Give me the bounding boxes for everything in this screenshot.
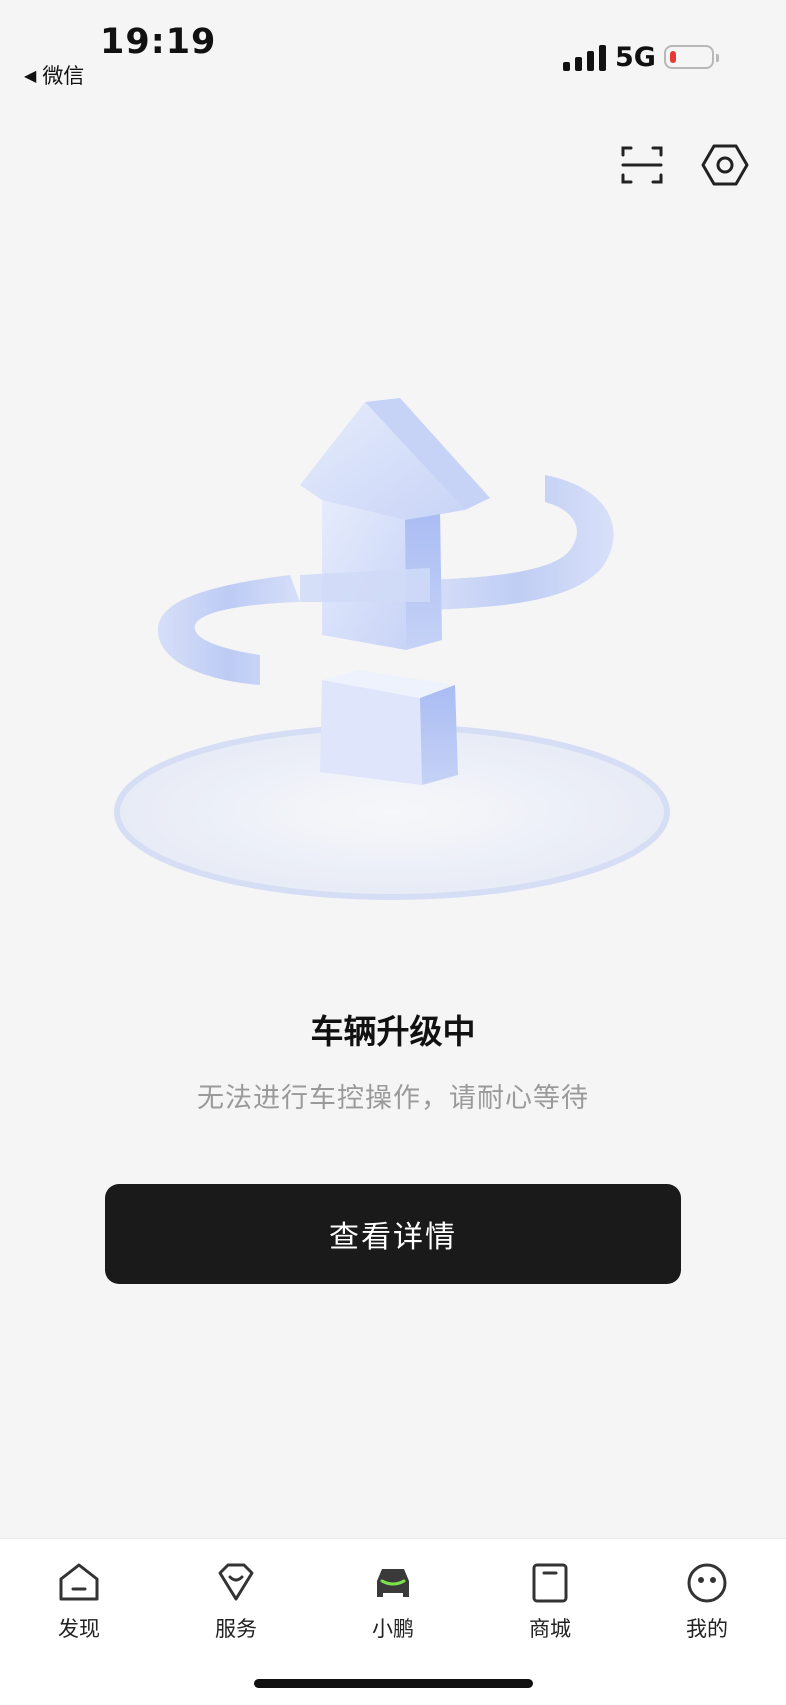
status-bar: 19:19 ◀ 微信 5G <box>0 0 786 96</box>
view-details-button[interactable]: 查看详情 <box>105 1184 681 1284</box>
hexagon-gear-icon <box>701 144 749 186</box>
upgrade-arrow-icon <box>114 398 670 900</box>
service-icon <box>218 1563 254 1601</box>
tab-service[interactable]: 服务 <box>181 1559 291 1643</box>
profile-face-icon <box>687 1563 727 1603</box>
bottom-tab-bar: 发现 服务 小鹏 商城 我的 <box>0 1538 786 1705</box>
tab-service-label: 服务 <box>215 1617 257 1641</box>
tab-profile-label: 我的 <box>686 1617 728 1641</box>
upgrade-illustration <box>100 380 680 940</box>
back-app-label: 微信 <box>42 64 85 88</box>
scan-button[interactable] <box>617 140 667 190</box>
status-time: 19:19 <box>100 22 217 62</box>
cellular-signal-icon <box>563 45 606 71</box>
battery-icon <box>664 45 719 69</box>
settings-button[interactable] <box>700 140 750 190</box>
upgrade-subtitle: 无法进行车控操作，请耐心等待 <box>197 1083 589 1114</box>
back-to-app-link[interactable]: ◀ 微信 <box>24 60 84 90</box>
tab-shop[interactable]: 商城 <box>495 1559 605 1643</box>
upgrade-title: 车辆升级中 <box>310 1012 476 1051</box>
tab-shop-label: 商城 <box>529 1617 571 1641</box>
tab-discover[interactable]: 发现 <box>24 1559 134 1643</box>
discover-icon <box>59 1563 99 1601</box>
home-indicator[interactable] <box>254 1679 533 1688</box>
shop-bag-icon <box>532 1563 568 1603</box>
tab-xiaopeng[interactable]: 小鹏 <box>338 1559 448 1643</box>
tab-profile[interactable]: 我的 <box>652 1559 762 1643</box>
network-type: 5G <box>615 42 656 73</box>
tab-discover-label: 发现 <box>58 1617 100 1641</box>
back-triangle-icon: ◀ <box>24 65 37 85</box>
car-icon <box>377 1569 409 1597</box>
tab-xiaopeng-label: 小鹏 <box>372 1617 414 1641</box>
scan-icon <box>621 146 663 184</box>
